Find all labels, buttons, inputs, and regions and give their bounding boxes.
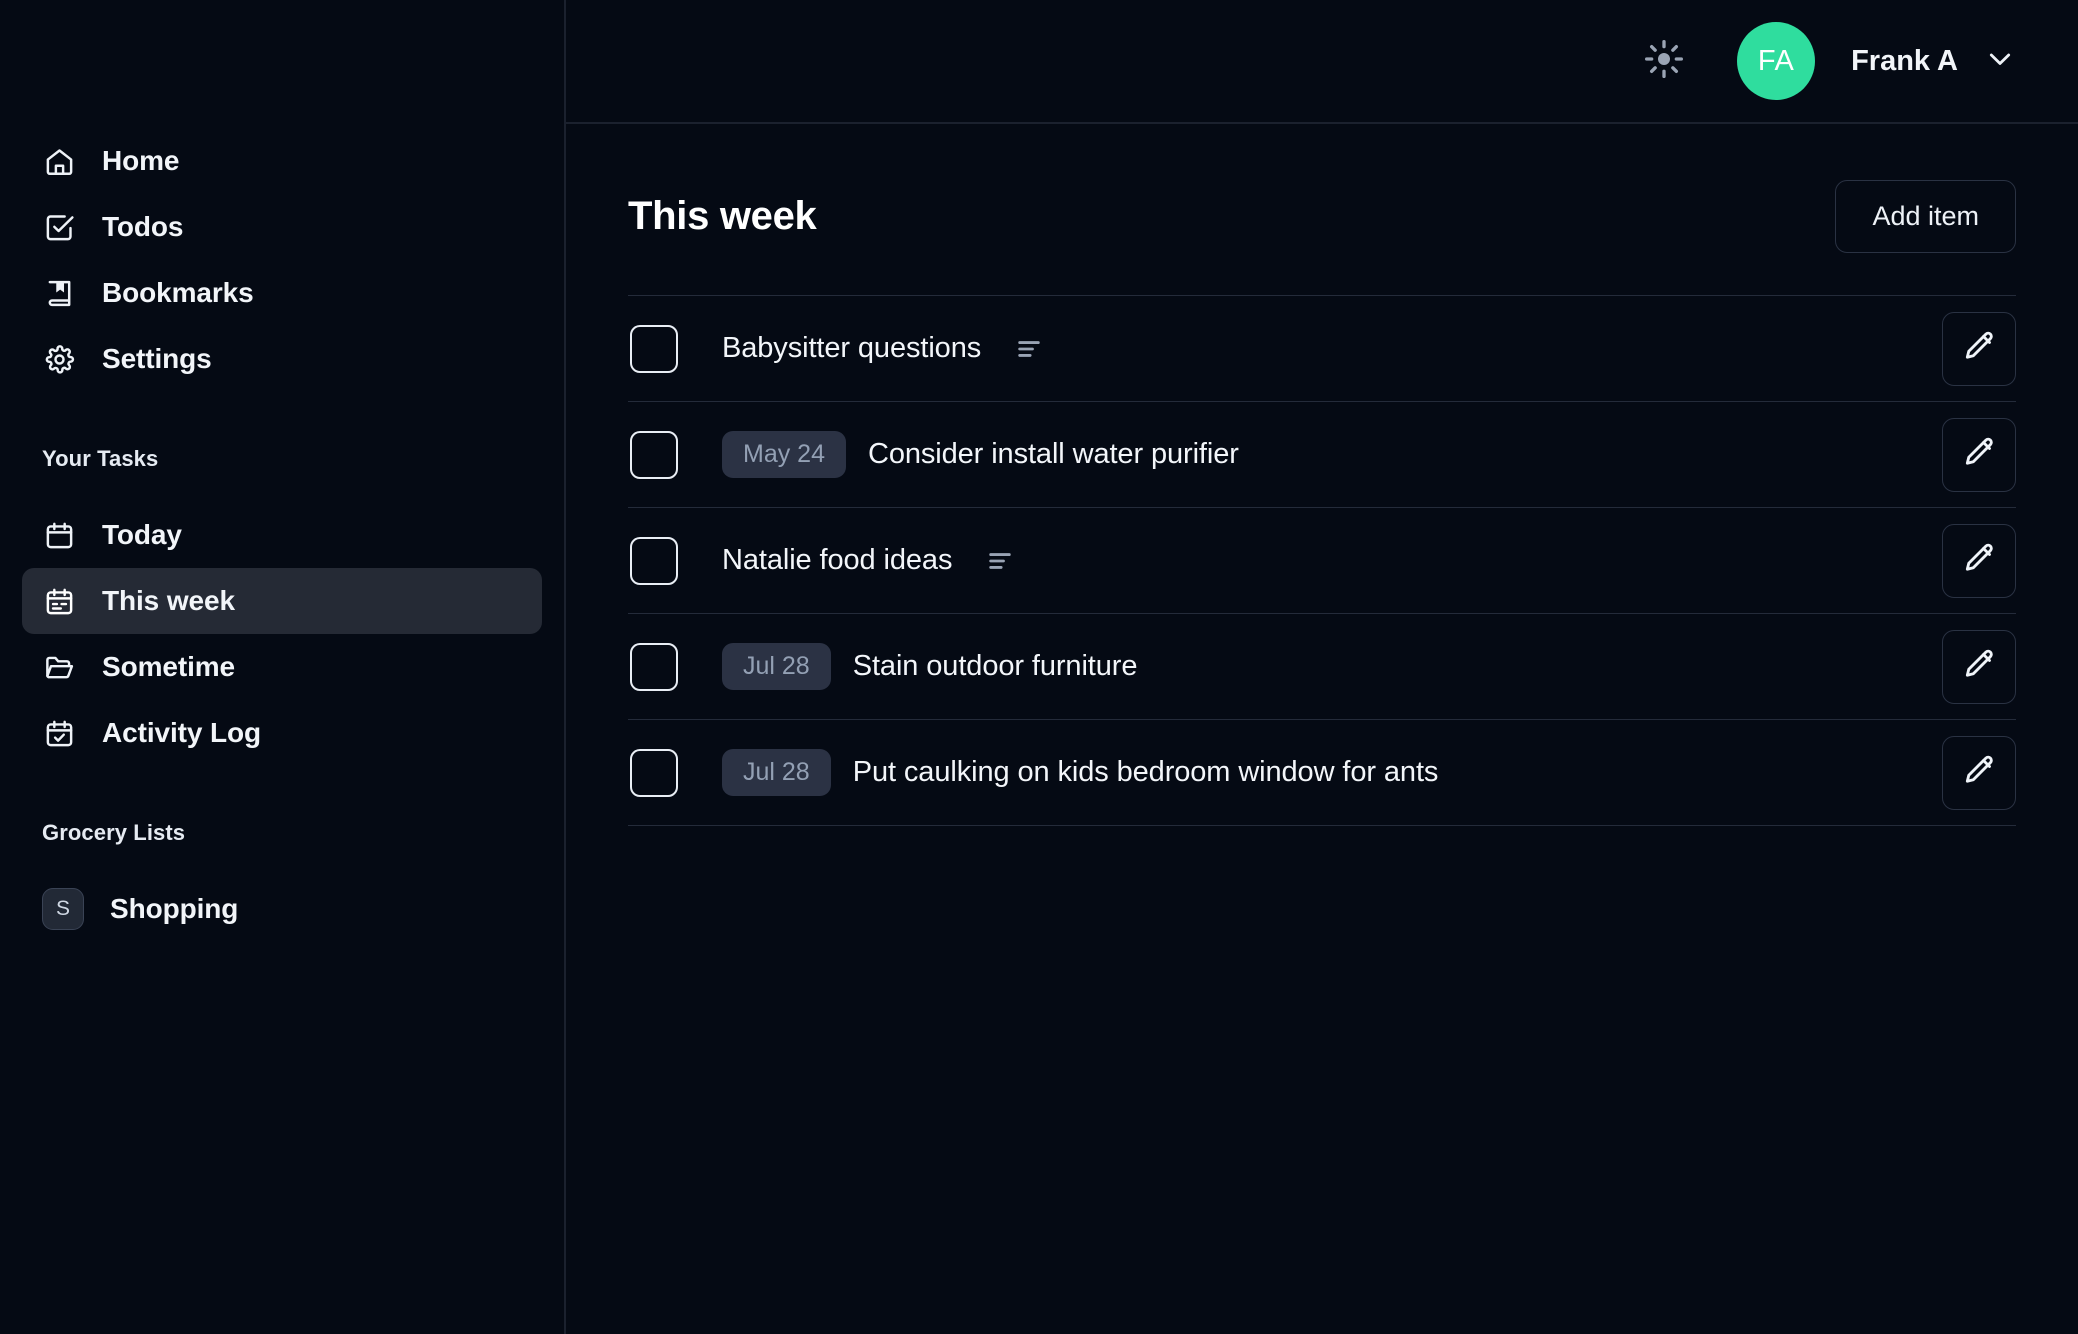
edit-task-button[interactable] <box>1942 417 2016 492</box>
pencil-icon <box>1961 541 1997 580</box>
task-row[interactable]: May 24 Consider install water purifier <box>628 402 2016 508</box>
sidebar-item-label: Settings <box>102 343 212 374</box>
sidebar: Home Todos Bookmarks Settings Your Tasks… <box>0 0 566 1334</box>
pencil-icon <box>1961 329 1997 368</box>
task-row-content: Jul 28 Stain outdoor furniture <box>722 643 1942 690</box>
checkbox-unchecked-icon[interactable] <box>630 430 678 479</box>
sidebar-item-label: This week <box>102 585 235 616</box>
task-row[interactable]: Babysitter questions <box>628 296 2016 402</box>
task-title: Natalie food ideas <box>722 544 953 576</box>
sidebar-section-grocery-lists-title: Grocery Lists <box>42 820 186 845</box>
pencil-icon <box>1961 647 1997 686</box>
user-name-label: Frank A <box>1851 44 1958 77</box>
page-header: This week Add item <box>628 180 2016 295</box>
sidebar-item-today[interactable]: Today <box>22 502 542 568</box>
edit-task-button[interactable] <box>1942 735 2016 810</box>
calendar-icon <box>42 518 76 552</box>
sidebar-section-your-tasks-title: Your Tasks <box>42 446 159 471</box>
task-row-content: Babysitter questions <box>722 332 1942 365</box>
sidebar-item-label: Shopping <box>110 893 239 924</box>
task-row-content: May 24 Consider install water purifier <box>722 431 1942 478</box>
task-title: Babysitter questions <box>722 332 982 364</box>
task-row-content: Natalie food ideas <box>722 544 1942 577</box>
sidebar-item-activity-log[interactable]: Activity Log <box>22 700 542 766</box>
notes-lines-icon <box>1015 335 1043 363</box>
sidebar-item-todos[interactable]: Todos <box>22 194 542 260</box>
page-content: This week Add item Babysitter questions <box>566 124 2078 826</box>
theme-toggle-button[interactable] <box>1637 34 1691 88</box>
user-menu-button[interactable] <box>1984 43 2016 80</box>
checkbox-unchecked-icon[interactable] <box>630 536 678 585</box>
sidebar-item-home[interactable]: Home <box>22 128 542 194</box>
task-date-pill: May 24 <box>722 431 846 478</box>
task-title: Put caulking on kids bedroom window for … <box>852 756 1439 788</box>
pencil-icon <box>1961 435 1997 474</box>
sidebar-item-label: Sometime <box>102 651 236 682</box>
task-date-pill: Jul 28 <box>722 749 831 796</box>
gear-icon <box>42 342 76 376</box>
task-row[interactable]: Jul 28 Stain outdoor furniture <box>628 614 2016 720</box>
notes-lines-icon <box>986 547 1014 575</box>
top-bar: FA Frank A <box>566 0 2078 124</box>
sun-icon <box>1644 39 1684 84</box>
checkbox-unchecked-icon[interactable] <box>630 324 678 373</box>
checkbox-unchecked-icon[interactable] <box>630 642 678 691</box>
task-row-content: Jul 28 Put caulking on kids bedroom wind… <box>722 749 1942 796</box>
check-square-icon <box>42 210 76 244</box>
edit-task-button[interactable] <box>1942 311 2016 386</box>
calendar-week-icon <box>42 584 76 618</box>
chevron-down-icon <box>1984 43 2016 80</box>
page-title: This week <box>628 194 817 238</box>
app-root: Home Todos Bookmarks Settings Your Tasks… <box>0 0 2078 1334</box>
bookmark-icon <box>42 276 76 310</box>
sidebar-item-label: Home <box>102 145 180 176</box>
task-row[interactable]: Jul 28 Put caulking on kids bedroom wind… <box>628 720 2016 826</box>
list-initial-badge: S <box>42 888 84 930</box>
sidebar-grocery-nav: S Shopping <box>0 876 564 942</box>
task-list: Babysitter questions May 24 Consider ins… <box>628 295 2016 826</box>
folder-open-icon <box>42 650 76 684</box>
sidebar-item-sometime[interactable]: Sometime <box>22 634 542 700</box>
edit-task-button[interactable] <box>1942 523 2016 598</box>
avatar[interactable]: FA <box>1737 22 1816 100</box>
sidebar-primary-nav: Home Todos Bookmarks Settings <box>0 128 564 392</box>
pencil-icon <box>1961 753 1997 792</box>
task-row[interactable]: Natalie food ideas <box>628 508 2016 614</box>
sidebar-item-label: Activity Log <box>102 717 262 748</box>
calendar-check-icon <box>42 716 76 750</box>
sidebar-item-label: Todos <box>102 211 184 242</box>
checkbox-unchecked-icon[interactable] <box>630 748 678 797</box>
sidebar-item-label: Bookmarks <box>102 277 254 308</box>
sidebar-item-settings[interactable]: Settings <box>22 326 542 392</box>
sidebar-item-shopping[interactable]: S Shopping <box>22 876 542 942</box>
edit-task-button[interactable] <box>1942 629 2016 704</box>
sidebar-tasks-nav: Today This week Sometime Activity Log <box>0 502 564 766</box>
task-title: Stain outdoor furniture <box>852 650 1138 682</box>
add-item-button[interactable]: Add item <box>1835 180 2016 253</box>
sidebar-item-label: Today <box>102 519 182 550</box>
task-date-pill: Jul 28 <box>722 643 831 690</box>
sidebar-item-bookmarks[interactable]: Bookmarks <box>22 260 542 326</box>
sidebar-item-this-week[interactable]: This week <box>22 568 542 634</box>
home-icon <box>42 144 76 178</box>
main-area: FA Frank A This week Add item Babysitter… <box>566 0 2078 1334</box>
task-title: Consider install water purifier <box>867 438 1239 470</box>
